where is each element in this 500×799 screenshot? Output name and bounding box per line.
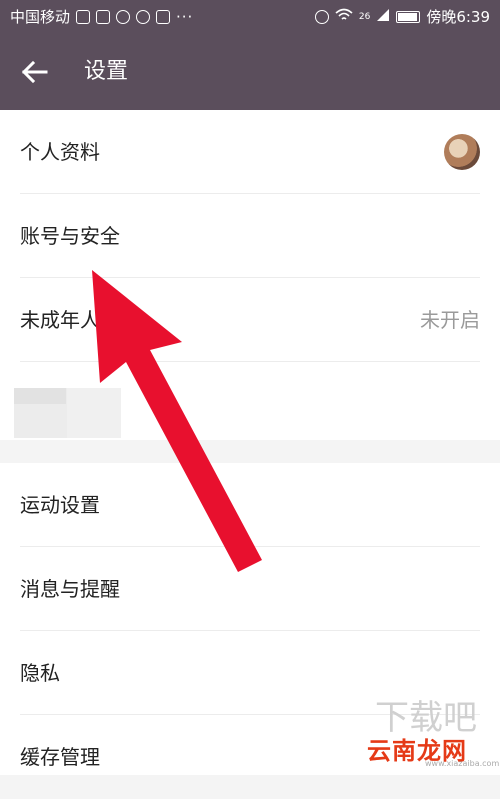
group-separator — [0, 440, 500, 463]
page-title: 设置 — [84, 59, 129, 84]
clock-label: 傍晚6:39 — [426, 8, 490, 26]
signal-icon — [376, 8, 390, 26]
settings-item-profile[interactable]: 个人资料 — [0, 110, 500, 194]
redacted-block — [67, 388, 121, 438]
back-arrow-icon — [21, 60, 48, 84]
settings-item-label: 缓存管理 — [20, 745, 100, 769]
settings-item-minor-mode[interactable]: 未成年人模式 未开启 — [0, 278, 500, 362]
redacted-item — [14, 388, 121, 438]
status-right: 26 傍晚6:39 — [314, 6, 490, 27]
carrier-label: 中国移动 — [10, 8, 71, 26]
watermark-url: www.xiazaiba.com — [425, 759, 500, 768]
alarm-icon — [314, 9, 329, 24]
chat-notification-icon — [116, 9, 131, 24]
app-header: 设置 — [0, 33, 500, 110]
wifi-icon — [335, 8, 353, 26]
back-button[interactable] — [18, 55, 52, 89]
more-notifications-icon: ··· — [176, 7, 194, 26]
watermark-logo-text: 下载吧 — [375, 698, 477, 735]
settings-item-label: 隐私 — [20, 661, 60, 685]
status-bar: 中国移动 ··· 26 傍晚6:39 — [0, 0, 500, 33]
redacted-block — [14, 388, 66, 404]
settings-item-label: 未成年人模式 — [20, 308, 140, 332]
settings-item-notifications[interactable]: 消息与提醒 — [0, 547, 500, 631]
settings-item-label: 账号与安全 — [20, 224, 120, 248]
battery-icon — [396, 10, 421, 23]
settings-item-value: 未开启 — [420, 308, 480, 332]
card-notification-icon — [156, 9, 171, 24]
settings-item-label: 运动设置 — [20, 493, 100, 517]
divider — [20, 361, 480, 362]
avatar — [444, 134, 480, 170]
settings-item-sport[interactable]: 运动设置 — [0, 463, 500, 547]
status-left: 中国移动 ··· — [10, 6, 193, 27]
settings-group-account: 个人资料 账号与安全 未成年人模式 未开启 — [0, 110, 500, 463]
network-type-label: 26 — [358, 11, 371, 22]
sim-icon — [76, 9, 91, 24]
app-notification-icon — [96, 9, 111, 24]
sync-notification-icon — [136, 9, 151, 24]
settings-item-label: 个人资料 — [20, 140, 100, 164]
settings-item-label: 消息与提醒 — [20, 577, 120, 601]
watermark-logo-icon: 下载吧 — [375, 698, 477, 738]
settings-item-account-security[interactable]: 账号与安全 — [0, 194, 500, 278]
